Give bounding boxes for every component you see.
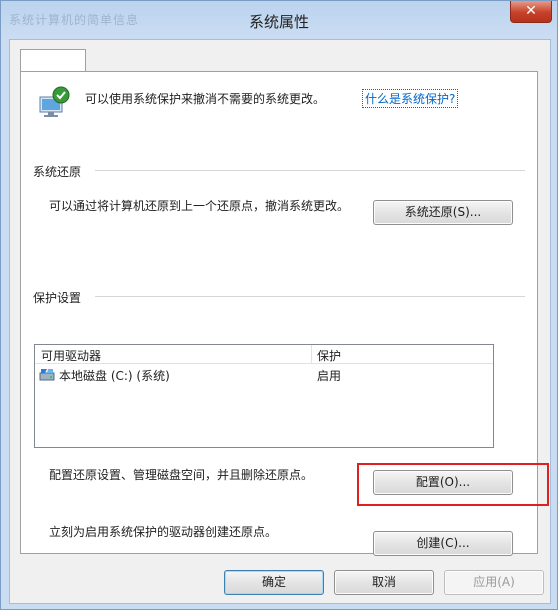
column-protection[interactable]: 保护 xyxy=(317,347,341,364)
system-properties-window: 系统计算机的简单信息 系统属性 ✕ 可以使用系统保护来撤消不需要的系统更改。 什… xyxy=(0,0,558,610)
create-description: 立刻为启用系统保护的驱动器创建还原点。 xyxy=(49,525,278,539)
drive-icon xyxy=(39,369,55,381)
system-restore-button[interactable]: 系统还原(S)... xyxy=(373,200,513,225)
title-bar[interactable]: 系统计算机的简单信息 系统属性 ✕ xyxy=(1,1,557,39)
system-protection-icon xyxy=(39,86,70,117)
close-button[interactable]: ✕ xyxy=(510,1,552,23)
protection-settings-label: 保护设置 xyxy=(33,291,82,305)
window-title: 系统属性 xyxy=(248,13,309,31)
dialog-client-area: 可以使用系统保护来撤消不需要的系统更改。 什么是系统保护? 系统还原 可以通过将… xyxy=(9,39,551,604)
column-separator[interactable] xyxy=(311,345,312,363)
column-available-drives[interactable]: 可用驱动器 xyxy=(41,347,101,364)
system-restore-divider xyxy=(95,170,525,171)
apply-button[interactable]: 应用(A) xyxy=(444,570,544,595)
ok-button[interactable]: 确定 xyxy=(224,570,324,595)
drive-list[interactable]: 可用驱动器 保护 本地磁盘 (C:) (系统) 启用 xyxy=(34,344,494,448)
what-is-system-protection-link[interactable]: 什么是系统保护? xyxy=(362,89,459,108)
system-restore-description: 可以通过将计算机还原到上一个还原点，撤消系统更改。 xyxy=(49,199,350,213)
system-protection-panel: 可以使用系统保护来撤消不需要的系统更改。 什么是系统保护? 系统还原 可以通过将… xyxy=(20,71,549,556)
drive-protection-status: 启用 xyxy=(317,369,342,383)
protection-settings-divider xyxy=(95,296,525,297)
list-item[interactable]: 本地磁盘 (C:) (系统) 启用 xyxy=(35,366,493,384)
cancel-button[interactable]: 取消 xyxy=(334,570,434,595)
create-button[interactable]: 创建(C)... xyxy=(373,531,513,556)
drive-name: 本地磁盘 (C:) (系统) xyxy=(59,369,170,383)
tab-system-protection[interactable] xyxy=(20,49,86,72)
configure-button[interactable]: 配置(O)... xyxy=(373,470,513,495)
configure-description: 配置还原设置、管理磁盘空间，并且删除还原点。 xyxy=(49,468,314,482)
close-icon: ✕ xyxy=(525,3,537,19)
protection-intro-text: 可以使用系统保护来撤消不需要的系统更改。 xyxy=(85,92,326,106)
drive-list-header: 可用驱动器 保护 xyxy=(35,345,493,364)
system-restore-label: 系统还原 xyxy=(33,165,82,179)
